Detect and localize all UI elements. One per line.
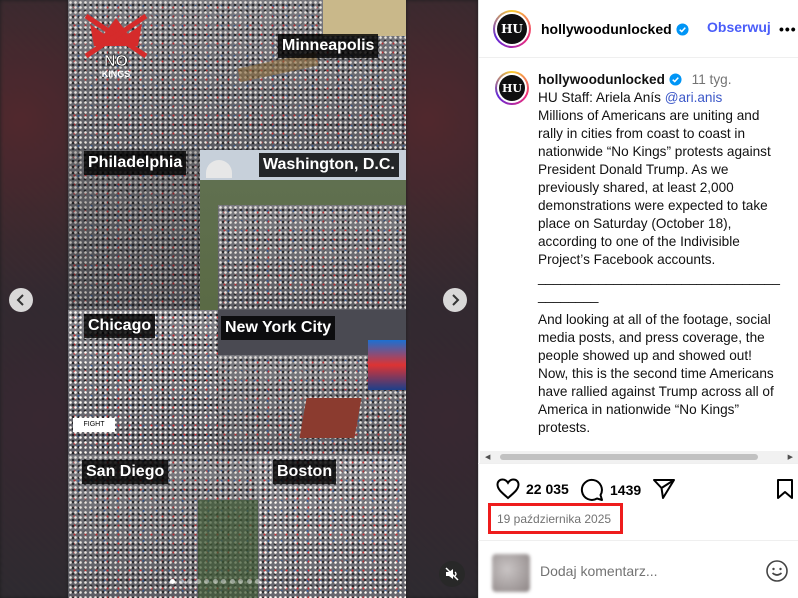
carousel-dot xyxy=(255,579,260,584)
comment-input[interactable]: Dodaj komentarz... xyxy=(540,563,658,579)
avatar-monogram: HU xyxy=(497,13,527,44)
speaker-muted-icon xyxy=(445,567,459,581)
caption-paragraph-2: And looking at all of the footage, socia… xyxy=(538,312,778,435)
follow-button[interactable]: Obserwuj xyxy=(707,19,771,35)
post-age[interactable]: 11 tyg. xyxy=(692,72,732,87)
post-date-highlight: 19 października 2025 xyxy=(488,503,623,534)
scroll-right-icon[interactable]: ▶ xyxy=(788,453,793,461)
post-actions: 22 035 1439 xyxy=(478,463,798,501)
header-username-text[interactable]: hollywoodunlocked xyxy=(541,21,672,37)
caption-divider-1: ________________________________________ xyxy=(538,270,780,303)
city-label-philadelphia: Philadelphia xyxy=(84,151,187,175)
svg-text:NO: NO xyxy=(104,53,128,70)
mention-link[interactable]: @ari.anis xyxy=(665,90,723,105)
carousel-dot xyxy=(221,579,226,584)
verified-badge-icon xyxy=(669,73,682,86)
caption-area: HU hollywoodunlocked 11 tyg. HU Staff: A… xyxy=(479,59,798,451)
chevron-right-icon xyxy=(452,294,460,306)
post-date[interactable]: 19 października 2025 xyxy=(497,512,611,526)
billboard xyxy=(368,340,406,390)
verified-badge-icon xyxy=(676,22,689,36)
blurred-backdrop-right xyxy=(406,0,478,598)
no-kings-logo: NO KINGS xyxy=(80,10,152,82)
share-action[interactable] xyxy=(652,478,676,500)
mute-button[interactable] xyxy=(439,561,465,587)
next-arrow-button[interactable] xyxy=(443,288,467,312)
crowd-washington xyxy=(218,205,406,310)
city-label-new-york: New York City xyxy=(221,316,336,340)
carousel-dot xyxy=(170,579,175,584)
city-label-minneapolis: Minneapolis xyxy=(278,34,379,58)
carousel-dot xyxy=(229,579,235,584)
post-header: HU hollywoodunlocked Obserwuj ••• xyxy=(479,0,798,58)
caption-username[interactable]: hollywoodunlocked xyxy=(538,72,665,87)
staff-credit: HU Staff: Ariela Anís xyxy=(538,90,665,105)
comment-bubble-icon[interactable] xyxy=(580,478,604,502)
caption-text: hollywoodunlocked 11 tyg. HU Staff: Arie… xyxy=(538,71,782,451)
bookmark-icon[interactable] xyxy=(776,478,794,500)
previous-arrow-button[interactable] xyxy=(9,288,33,312)
protest-sign: FIGHT xyxy=(73,418,115,432)
carousel-dot xyxy=(187,579,192,584)
caption-avatar-monogram: HU xyxy=(499,75,525,101)
emoji-icon[interactable] xyxy=(765,559,789,583)
caption-paragraph-1: Millions of Americans are uniting and ra… xyxy=(538,108,775,267)
like-count[interactable]: 22 035 xyxy=(526,481,569,497)
svg-text:KINGS: KINGS xyxy=(102,69,131,79)
caption-divider-2: ________________________________ xyxy=(538,443,782,451)
chevron-left-icon xyxy=(16,294,24,306)
scrollbar-thumb[interactable] xyxy=(500,454,758,460)
comment-count[interactable]: 1439 xyxy=(610,482,641,498)
carousel-dot xyxy=(212,579,218,584)
carousel-indicator xyxy=(170,579,260,584)
city-label-washington: Washington, D.C. xyxy=(259,153,399,177)
horizontal-scrollbar[interactable]: ◀ ▶ xyxy=(480,451,798,463)
like-action: 22 035 xyxy=(496,478,569,500)
media-viewer: FIGHT NO KINGS Minneapolis Philadelphia … xyxy=(0,0,478,598)
carousel-dot xyxy=(238,579,243,584)
video-frame[interactable]: FIGHT xyxy=(68,0,406,598)
red-structure xyxy=(299,398,362,438)
comment-composer: Dodaj komentarz... xyxy=(478,540,798,598)
carousel-dot xyxy=(178,579,184,584)
more-options-icon[interactable]: ••• xyxy=(779,21,797,37)
city-label-san-diego: San Diego xyxy=(82,460,169,484)
carousel-dot xyxy=(195,579,201,584)
building xyxy=(323,0,406,36)
avatar[interactable]: HU xyxy=(493,9,531,48)
save-action[interactable] xyxy=(776,478,794,500)
header-username[interactable]: hollywoodunlocked xyxy=(541,21,689,37)
carousel-dot xyxy=(204,579,209,584)
city-label-chicago: Chicago xyxy=(84,314,156,338)
city-label-boston: Boston xyxy=(273,460,337,484)
scroll-left-icon[interactable]: ◀ xyxy=(485,453,490,461)
caption-avatar[interactable]: HU xyxy=(495,71,529,451)
heart-icon[interactable] xyxy=(496,478,520,500)
comment-action: 1439 xyxy=(580,478,641,502)
current-user-avatar xyxy=(492,554,530,592)
carousel-dot xyxy=(246,579,252,584)
share-paper-plane-icon[interactable] xyxy=(652,478,676,500)
